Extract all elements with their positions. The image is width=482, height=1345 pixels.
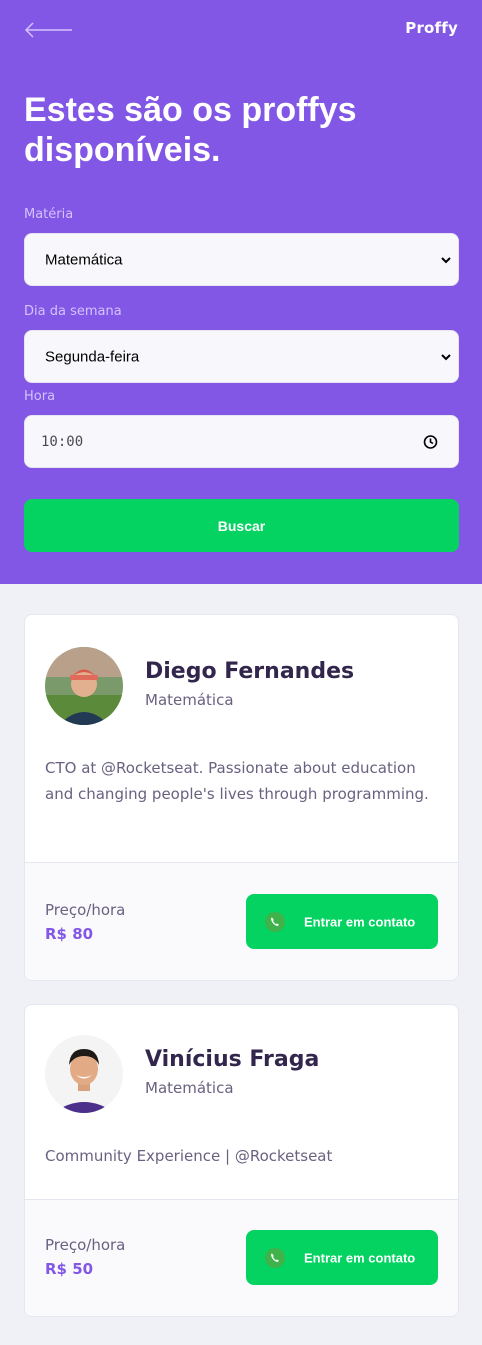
teacher-subject: Matemática: [145, 691, 234, 709]
weekday-label: Dia da semana: [24, 304, 122, 319]
contact-button-label: Entrar em contato: [304, 1250, 416, 1265]
page-title: Estes são os proffys disponíveis.: [24, 91, 357, 169]
teacher-avatar: [45, 647, 123, 725]
teacher-name: Diego Fernandes: [145, 659, 355, 684]
whatsapp-icon: [265, 912, 285, 932]
search-button[interactable]: Buscar: [24, 499, 459, 552]
teacher-card-footer: Preço/hora R$ 80 Entrar em contato: [25, 862, 458, 980]
teacher-name: Vinícius Fraga: [145, 1047, 320, 1072]
teacher-subject: Matemática: [145, 1079, 234, 1097]
back-arrow-icon[interactable]: [24, 20, 74, 40]
price-value: R$ 80: [45, 925, 94, 943]
teacher-card: Vinícius Fraga Matemática Community Expe…: [24, 1004, 459, 1317]
price-label: Preço/hora: [45, 901, 126, 919]
contact-button[interactable]: Entrar em contato: [246, 1230, 438, 1285]
price-label: Preço/hora: [45, 1236, 126, 1254]
teacher-bio: CTO at @Rocketseat. Passionate about edu…: [45, 759, 429, 803]
teacher-bio: Community Experience | @Rocketseat: [45, 1147, 333, 1165]
subject-label: Matéria: [24, 207, 74, 222]
page-header: Proffy Estes são os proffys disponíveis.…: [0, 0, 482, 584]
weekday-select-value: Segunda-feira: [45, 348, 140, 365]
time-label: Hora: [24, 389, 56, 404]
subject-select[interactable]: Matemática: [24, 233, 459, 286]
subject-select-value: Matemática: [45, 251, 123, 268]
contact-button-label: Entrar em contato: [304, 914, 416, 929]
teacher-card-footer: Preço/hora R$ 50 Entrar em contato: [25, 1199, 458, 1316]
proffy-logo: Proffy: [405, 19, 458, 37]
time-input-value: 10:00: [41, 433, 84, 450]
teacher-avatar: [45, 1035, 123, 1113]
weekday-select[interactable]: Segunda-feira: [24, 330, 459, 383]
time-input[interactable]: 10:00: [24, 415, 459, 468]
chevron-down-icon: [441, 256, 451, 263]
contact-button[interactable]: Entrar em contato: [246, 894, 438, 949]
clock-icon[interactable]: [423, 434, 438, 449]
price-value: R$ 50: [45, 1260, 94, 1278]
chevron-down-icon: [441, 353, 451, 360]
whatsapp-icon: [265, 1248, 285, 1268]
teacher-card: Diego Fernandes Matemática CTO at @Rocke…: [24, 614, 459, 981]
